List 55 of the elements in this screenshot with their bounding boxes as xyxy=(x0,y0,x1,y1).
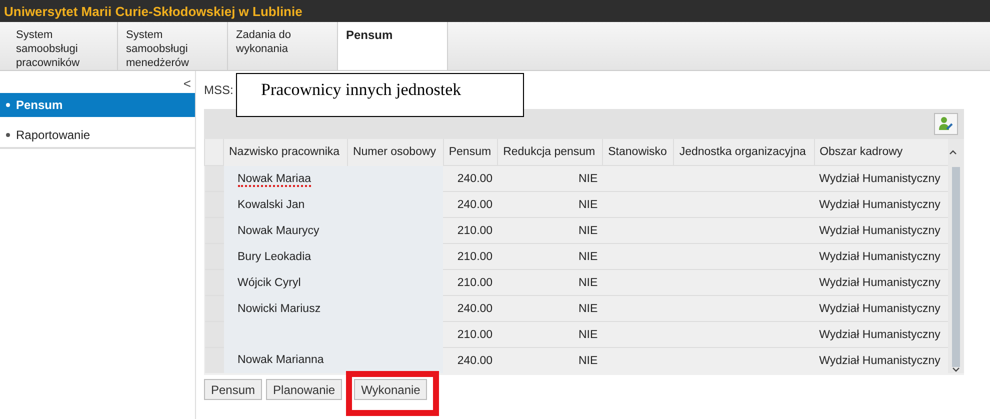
action-button[interactable]: Wykonanie xyxy=(354,379,428,400)
column-header[interactable]: Stanowisko xyxy=(602,139,674,166)
name-cell: Nowak Mariaa xyxy=(238,172,311,186)
scroll-up-icon[interactable] xyxy=(949,150,957,156)
pensum-cell: 240.00 xyxy=(457,302,493,314)
scrollbar-thumb[interactable] xyxy=(952,166,960,366)
reduction-cell: NIE xyxy=(578,328,598,340)
nav-tab[interactable]: System samoobsługi menedżerów xyxy=(118,22,228,70)
pensum-cell: 240.00 xyxy=(457,354,493,366)
user-settings-icon[interactable] xyxy=(934,113,958,135)
pensum-cell: 210.00 xyxy=(457,250,493,262)
pensum-cell: 210.00 xyxy=(457,276,493,288)
area-cell: Wydział Humanistyczny xyxy=(819,354,940,366)
area-cell: Wydział Humanistyczny xyxy=(819,276,940,288)
column-header[interactable]: Numer osobowy xyxy=(347,139,444,166)
area-cell: Wydział Humanistyczny xyxy=(819,302,940,314)
reduction-cell: NIE xyxy=(578,224,598,236)
sidebar-item[interactable]: Pensum xyxy=(0,93,195,117)
callout-box: Pracownicy innych jednostek xyxy=(236,73,524,117)
name-cell: Wójcik Cyryl xyxy=(238,276,301,288)
mss-label: MSS: xyxy=(204,83,234,97)
column-header[interactable]: Jednostka organizacyjna xyxy=(674,139,814,166)
name-cell: Bury Leokadia xyxy=(238,250,312,262)
column-header[interactable]: Pensum xyxy=(443,139,498,166)
app-title: Uniwersytet Marii Curie-Skłodowskiej w Lublinie xyxy=(4,4,302,18)
pensum-cell: 210.00 xyxy=(457,328,493,340)
area-cell: Wydział Humanistyczny xyxy=(819,328,940,340)
column-header[interactable]: Nazwisko pracownika xyxy=(224,139,348,166)
reduction-cell: NIE xyxy=(578,276,598,288)
column-header[interactable]: Redukcja pensum xyxy=(498,139,603,166)
reduction-cell: NIE xyxy=(578,172,598,184)
bullet-icon xyxy=(6,133,10,137)
reduction-cell: NIE xyxy=(578,354,598,366)
pensum-cell: 210.00 xyxy=(457,224,493,236)
name-cell: Nowak Maurycy xyxy=(238,224,320,236)
pensum-cell: 240.00 xyxy=(457,198,493,210)
name-cell: Kowalski Jan xyxy=(238,198,305,210)
nav-tab[interactable]: System samoobsługi pracowników xyxy=(8,22,118,70)
reduction-cell: NIE xyxy=(578,302,598,314)
bullet-icon xyxy=(6,103,10,107)
name-cell: Nowicki Mariusz xyxy=(238,302,321,314)
nav-tab[interactable]: Pensum xyxy=(338,22,448,70)
column-header[interactable]: Obszar kadrowy xyxy=(814,139,948,166)
name-cell: Nowak Marianna xyxy=(238,354,324,366)
collapse-toggle[interactable]: < xyxy=(183,75,191,93)
area-cell: Wydział Humanistyczny xyxy=(819,250,940,262)
area-cell: Wydział Humanistyczny xyxy=(819,198,940,210)
reduction-cell: NIE xyxy=(578,198,598,210)
pensum-cell: 240.00 xyxy=(457,172,493,184)
area-cell: Wydział Humanistyczny xyxy=(819,172,940,184)
scroll-down-icon[interactable] xyxy=(952,366,960,372)
action-button[interactable]: Planowanie xyxy=(266,379,342,400)
reduction-cell: NIE xyxy=(578,250,598,262)
action-button[interactable]: Pensum xyxy=(204,379,262,400)
area-cell: Wydział Humanistyczny xyxy=(819,224,940,236)
